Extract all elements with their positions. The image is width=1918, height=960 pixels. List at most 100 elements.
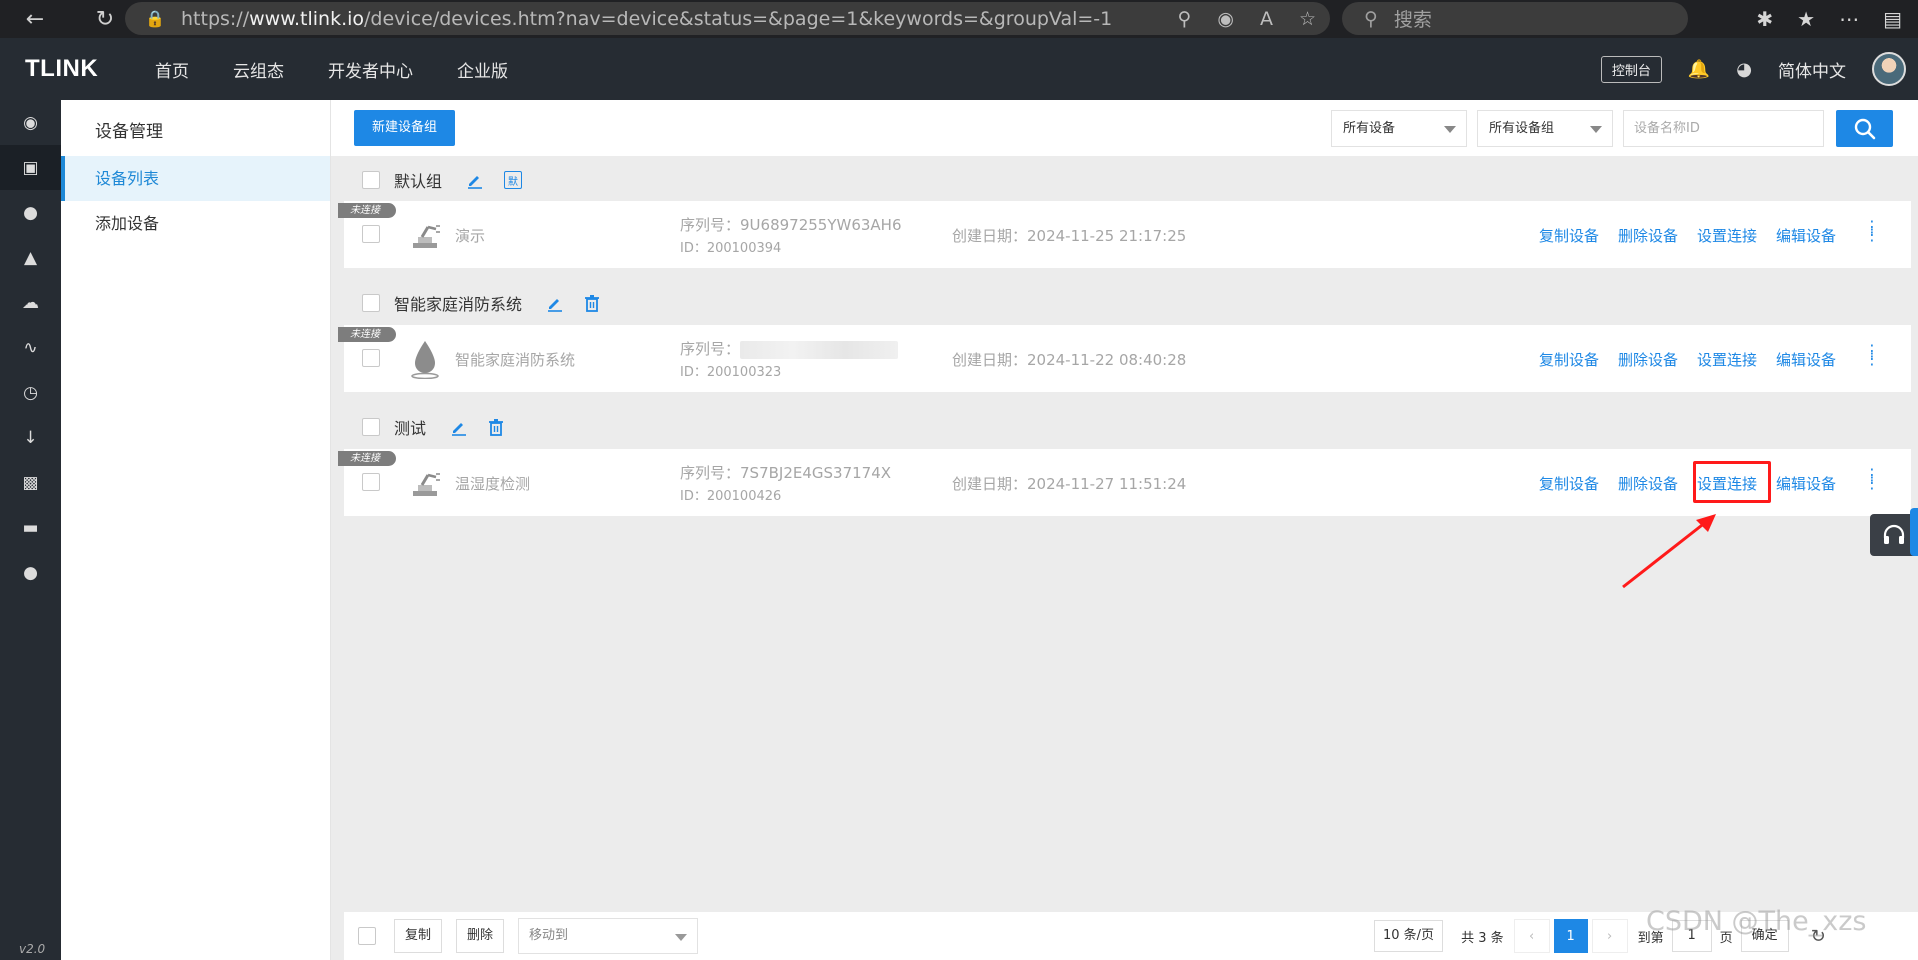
bell-icon[interactable]: 🔔 <box>1688 59 1710 80</box>
search-icon: ⚲ <box>1364 7 1378 30</box>
status-badge: 未连接 <box>338 327 396 342</box>
drag-handle-icon[interactable]: ⋮ ⋮ <box>1864 219 1880 243</box>
address-bar[interactable]: 🔒 https://www.tlink.io/device/devices.ht… <box>125 2 1330 35</box>
device-filter-select[interactable]: 所有设备 <box>1331 110 1467 147</box>
refresh-icon[interactable]: ↻ <box>85 0 125 38</box>
edit-pencil-icon[interactable] <box>466 171 484 189</box>
dashboard-icon[interactable]: ◉ <box>0 100 61 145</box>
device-icon[interactable]: ▣ <box>0 145 61 190</box>
avatar[interactable] <box>1872 52 1906 86</box>
nav-item-developer[interactable]: 开发者中心 <box>328 57 413 82</box>
card-icon[interactable]: ▬ <box>0 505 61 550</box>
read-aloud-icon[interactable]: A <box>1260 8 1273 30</box>
user-icon[interactable]: ● <box>0 550 61 595</box>
delete-button[interactable]: 删除 <box>456 919 505 953</box>
top-navigation: TLINK 首页 云组态 开发者中心 企业版 控制台 🔔 ◕ 简体中文 <box>0 38 1918 100</box>
extensions-icon[interactable]: ✱ <box>1756 7 1773 31</box>
group-checkbox[interactable] <box>362 171 380 189</box>
support-edge-tab[interactable] <box>1910 508 1918 556</box>
group-checkbox[interactable] <box>362 294 380 312</box>
serial-label: 序列号： <box>680 464 741 482</box>
zoom-icon[interactable]: ⚲ <box>1177 8 1191 30</box>
delete-device-link[interactable]: 删除设备 <box>1618 225 1678 246</box>
delete-device-link[interactable]: 删除设备 <box>1618 473 1678 494</box>
sidebar-toggle-icon[interactable]: ▤ <box>1883 7 1902 31</box>
monitor-icon[interactable]: ▩ <box>0 460 61 505</box>
connect-settings-link[interactable]: 设置连接 <box>1697 349 1757 370</box>
robot-arm-icon <box>413 225 440 248</box>
favorite-star-icon[interactable]: ☆ <box>1299 8 1316 30</box>
alarm-bell-icon[interactable]: ▲ <box>0 235 61 280</box>
browser-search-box[interactable]: ⚲ 搜索 <box>1342 2 1688 35</box>
edit-pencil-icon[interactable] <box>546 294 564 312</box>
group-filter-select[interactable]: 所有设备组 <box>1477 110 1613 147</box>
connect-settings-link[interactable]: 设置连接 <box>1697 225 1757 246</box>
move-to-placeholder: 移动到 <box>529 928 569 943</box>
group-checkbox[interactable] <box>362 418 380 436</box>
drag-handle-icon[interactable]: ⋮ ⋮ <box>1864 343 1880 367</box>
search-icon <box>1854 118 1875 139</box>
drag-handle-icon[interactable]: ⋮ ⋮ <box>1864 467 1880 491</box>
copy-device-link[interactable]: 复制设备 <box>1539 349 1599 370</box>
serial-label: 序列号： <box>680 216 741 234</box>
trash-icon[interactable] <box>488 418 504 436</box>
new-group-button[interactable]: 新建设备组 <box>354 110 456 146</box>
edit-device-link[interactable]: 编辑设备 <box>1776 473 1836 494</box>
edit-device-link[interactable]: 编辑设备 <box>1776 225 1836 246</box>
serial-redacted <box>740 340 899 359</box>
page-size-select[interactable]: 10 条/页 <box>1374 920 1444 952</box>
serial-value: 7S7BJ2E4GS37174X <box>740 464 892 482</box>
move-to-select[interactable]: 移动到 <box>518 918 699 954</box>
download-icon[interactable]: ↓ <box>0 415 61 460</box>
trash-icon[interactable] <box>584 294 600 312</box>
sidebar-item-device-list[interactable]: 设备列表 <box>61 156 330 201</box>
device-row: 未连接 演示 序列号：9U6897255YW63AH6 ID：200100394… <box>338 201 1911 268</box>
group-header: 测试 <box>344 403 1911 451</box>
annotation-arrow <box>1622 514 1716 589</box>
prev-page-icon[interactable]: ‹ <box>1513 919 1550 953</box>
headset-icon <box>1883 524 1905 544</box>
device-id: ID：200100394 <box>680 241 782 256</box>
nav-item-home[interactable]: 首页 <box>155 57 189 82</box>
console-button[interactable]: 控制台 <box>1600 55 1662 83</box>
device-name[interactable]: 智能家庭消防系统 <box>455 349 575 370</box>
edit-device-link[interactable]: 编辑设备 <box>1776 349 1836 370</box>
group-name: 智能家庭消防系统 <box>394 295 523 314</box>
back-arrow-icon[interactable]: ← <box>15 0 55 38</box>
edge-icon[interactable]: ◉ <box>1217 8 1234 30</box>
next-page-icon[interactable]: › <box>1591 919 1628 953</box>
search-button[interactable] <box>1836 110 1893 147</box>
device-name[interactable]: 温湿度检测 <box>455 473 530 494</box>
device-created-date: 创建日期：2024-11-27 11:51:24 <box>952 475 1187 493</box>
palette-icon[interactable]: ◕ <box>1736 59 1752 80</box>
sub-sidebar: 设备管理 设备列表 添加设备 <box>61 100 331 960</box>
nav-item-enterprise[interactable]: 企业版 <box>457 57 508 82</box>
device-name[interactable]: 演示 <box>455 225 485 246</box>
copy-button[interactable]: 复制 <box>394 919 443 953</box>
sidebar-item-add-device[interactable]: 添加设备 <box>61 201 330 246</box>
more-icon[interactable]: ⋯ <box>1839 7 1859 31</box>
chevron-down-icon <box>675 934 688 941</box>
lock-icon: 🔒 <box>145 9 165 28</box>
device-checkbox[interactable] <box>362 473 380 491</box>
location-pin-icon[interactable]: ● <box>0 190 61 235</box>
language-switch[interactable]: 简体中文 <box>1778 57 1846 82</box>
url-path: /device/devices.htm?nav=device&status=&p… <box>364 7 1113 30</box>
clock-icon[interactable]: ◷ <box>0 370 61 415</box>
copy-device-link[interactable]: 复制设备 <box>1539 473 1599 494</box>
device-checkbox[interactable] <box>362 349 380 367</box>
network-icon[interactable]: ∿ <box>0 325 61 370</box>
left-icon-rail: ◉ ▣ ● ▲ ☁ ∿ ◷ ↓ ▩ ▬ ● v2.0 <box>0 100 61 960</box>
status-badge: 未连接 <box>338 451 396 466</box>
device-search-input[interactable]: 设备名称ID <box>1623 110 1824 147</box>
copy-device-link[interactable]: 复制设备 <box>1539 225 1599 246</box>
edit-pencil-icon[interactable] <box>450 418 468 436</box>
current-page-button[interactable]: 1 <box>1553 919 1588 953</box>
logo[interactable]: TLINK <box>0 55 155 83</box>
select-all-checkbox[interactable] <box>358 927 376 945</box>
nav-item-cloud-scada[interactable]: 云组态 <box>233 57 284 82</box>
favorites-icon[interactable]: ★ <box>1797 7 1815 31</box>
device-checkbox[interactable] <box>362 225 380 243</box>
cloud-icon[interactable]: ☁ <box>0 280 61 325</box>
delete-device-link[interactable]: 删除设备 <box>1618 349 1678 370</box>
